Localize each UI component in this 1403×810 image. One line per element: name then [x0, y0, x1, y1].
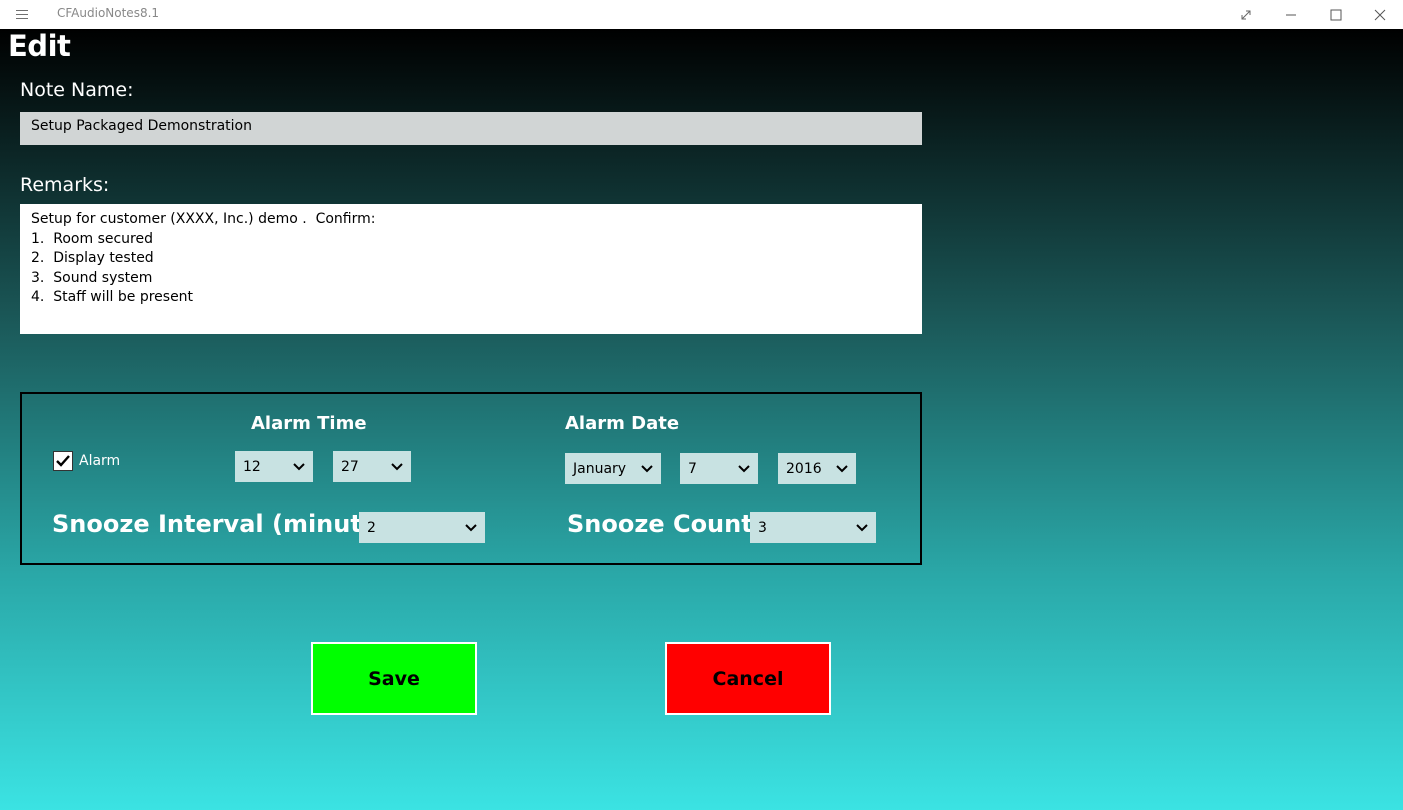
- hamburger-icon[interactable]: [11, 5, 33, 23]
- alarm-checkbox[interactable]: [53, 451, 73, 471]
- title-bar: CFAudioNotes8.1: [0, 0, 1403, 29]
- chevron-down-icon: [641, 464, 653, 473]
- chevron-down-icon: [465, 523, 477, 532]
- snooze-count-label: Snooze Count: [567, 510, 753, 538]
- save-button[interactable]: Save: [311, 642, 477, 715]
- chevron-down-icon: [391, 462, 403, 471]
- note-name-field[interactable]: Setup Packaged Demonstration: [20, 112, 922, 145]
- alarm-checkbox-label: Alarm: [79, 453, 121, 469]
- alarm-day-value: 7: [688, 460, 697, 477]
- app-title: CFAudioNotes8.1: [57, 6, 160, 20]
- alarm-year-select[interactable]: 2016: [778, 453, 856, 484]
- snooze-interval-label: Snooze Interval (minutes): [52, 510, 404, 538]
- chevron-down-icon: [738, 464, 750, 473]
- snooze-count-select[interactable]: 3: [750, 512, 876, 543]
- snooze-count-value: 3: [758, 519, 767, 536]
- remarks-line: 3. Sound system: [31, 269, 153, 286]
- alarm-date-heading: Alarm Date: [565, 413, 680, 434]
- alarm-year-value: 2016: [786, 460, 822, 477]
- remarks-line: Setup for customer (XXXX, Inc.) demo . C…: [31, 211, 376, 227]
- alarm-minute-select[interactable]: 27: [333, 451, 411, 482]
- maximize-icon[interactable]: [1313, 0, 1359, 29]
- alarm-time-heading: Alarm Time: [251, 413, 367, 434]
- remarks-line: 2. Display tested: [31, 250, 154, 266]
- minimize-icon[interactable]: [1268, 0, 1314, 29]
- snooze-interval-value: 2: [367, 519, 376, 536]
- checkmark-icon: [56, 455, 70, 467]
- alarm-hour-value: 12: [243, 458, 261, 475]
- expand-icon[interactable]: [1223, 0, 1269, 29]
- alarm-hour-select[interactable]: 12: [235, 451, 313, 482]
- alarm-month-select[interactable]: January: [565, 453, 661, 484]
- remarks-label: Remarks:: [20, 174, 110, 196]
- alarm-month-value: January: [573, 460, 627, 477]
- alarm-day-select[interactable]: 7: [680, 453, 758, 484]
- chevron-down-icon: [836, 464, 848, 473]
- page-title: Edit: [8, 29, 71, 63]
- cancel-button[interactable]: Cancel: [665, 642, 831, 715]
- remarks-line: 4. Staff will be present: [31, 289, 194, 305]
- alarm-minute-value: 27: [341, 458, 359, 475]
- close-icon[interactable]: [1357, 0, 1403, 29]
- note-name-label: Note Name:: [20, 79, 134, 101]
- alarm-panel: Alarm Time Alarm Date Alarm 12 27 Januar…: [20, 392, 922, 565]
- remarks-line: 1. Room secured: [31, 230, 154, 247]
- chevron-down-icon: [856, 523, 868, 532]
- edit-page: Edit Note Name: Setup Packaged Demonstra…: [0, 29, 1403, 810]
- snooze-interval-select[interactable]: 2: [359, 512, 485, 543]
- remarks-field[interactable]: Setup for customer (XXXX, Inc.) demo . C…: [20, 204, 922, 334]
- chevron-down-icon: [293, 462, 305, 471]
